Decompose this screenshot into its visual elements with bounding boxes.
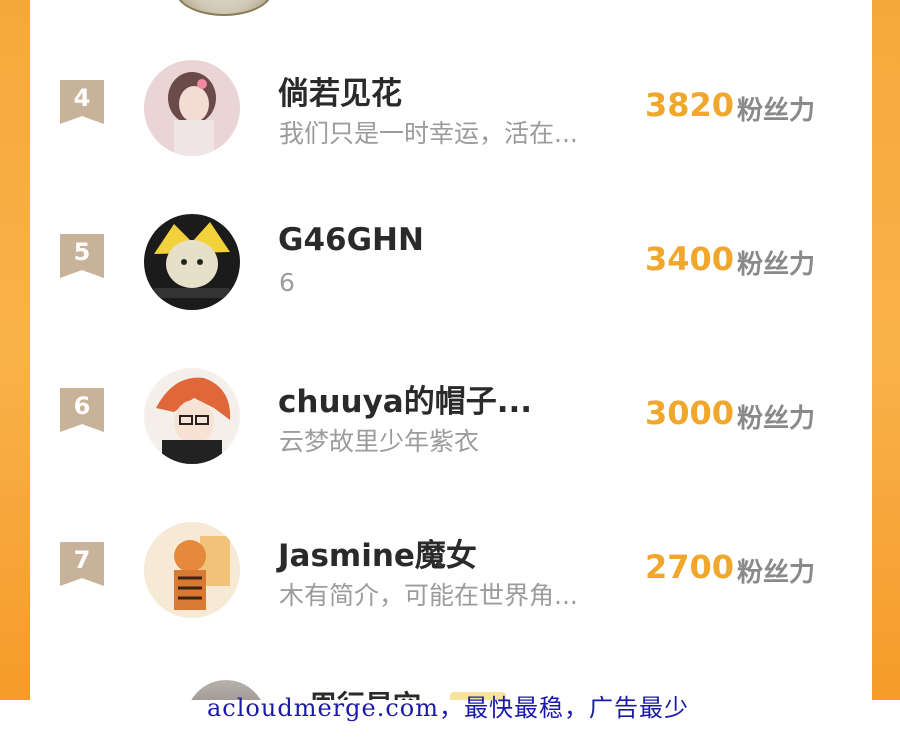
- right-orange-border: [872, 0, 900, 700]
- avatar-image-meme: [144, 214, 240, 310]
- avatar[interactable]: [144, 60, 240, 156]
- fan-power-label: 粉丝力: [737, 96, 816, 126]
- user-bio: 云梦故里少年紫衣: [279, 427, 480, 456]
- fan-power-score: 2700: [645, 548, 735, 586]
- avatar[interactable]: [144, 522, 240, 618]
- avatar[interactable]: [144, 214, 240, 310]
- ranking-row[interactable]: 6 chuuya的帽子... 云梦故里少年紫衣 3000 粉丝力: [30, 354, 872, 474]
- avatar[interactable]: [175, 0, 273, 16]
- rank-badge: 6: [60, 388, 104, 432]
- fan-power-score: 3000: [645, 394, 735, 432]
- fan-power-label: 粉丝力: [737, 404, 816, 434]
- user-bio: 我们只是一时幸运，活在...: [279, 119, 578, 148]
- user-name[interactable]: G46GHN: [278, 222, 424, 258]
- fan-power-label: 粉丝力: [737, 558, 816, 588]
- left-orange-border: [0, 0, 30, 700]
- avatar[interactable]: [144, 368, 240, 464]
- ranking-row[interactable]: 5 G46GHN 6 3400 粉丝力: [30, 200, 872, 320]
- ranking-panel: 4 倘若见花 我们只是一时幸运，活在... 3820 粉丝力 5 G46GHN …: [30, 0, 872, 700]
- ranking-row[interactable]: 7 Jasmine魔女 木有简介，可能在世界角... 2700 粉丝力: [30, 508, 872, 628]
- avatar-image-tiger: [144, 522, 240, 618]
- user-name[interactable]: Jasmine魔女: [278, 530, 477, 575]
- avatar-image-anime: [144, 368, 240, 464]
- fan-power-score: 3400: [645, 240, 735, 278]
- rank-badge: 4: [60, 80, 104, 124]
- avatar-image-girl: [144, 60, 240, 156]
- user-bio: 木有简介，可能在世界角...: [279, 581, 578, 610]
- user-name[interactable]: 倘若见花: [278, 68, 402, 113]
- ranking-row[interactable]: 4 倘若见花 我们只是一时幸运，活在... 3820 粉丝力: [30, 46, 872, 166]
- user-bio: 6: [279, 268, 295, 297]
- fan-power-label: 粉丝力: [737, 250, 816, 280]
- fan-power-score: 3820: [645, 86, 735, 124]
- rank-badge: 5: [60, 234, 104, 278]
- rank-badge: 7: [60, 542, 104, 586]
- user-name[interactable]: chuuya的帽子...: [278, 376, 532, 421]
- watermark-text: acloudmerge.com，最快最稳，广告最少: [207, 694, 689, 722]
